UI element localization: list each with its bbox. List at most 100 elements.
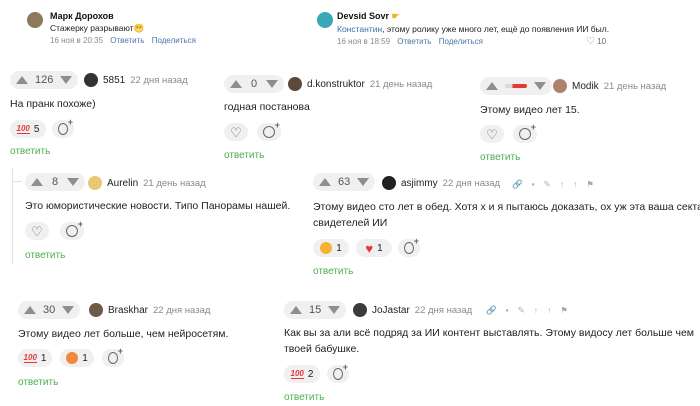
reaction-count: 2	[307, 368, 314, 380]
link-icon[interactable]: 🔗	[512, 179, 523, 190]
reaction-heart[interactable]: ♥ 1	[356, 239, 392, 257]
comment-text: Как вы за али всё подряд за ИИ контент в…	[284, 327, 695, 339]
link-icon[interactable]: 🔗	[486, 305, 497, 316]
add-reaction-button[interactable]	[327, 362, 349, 383]
vote-down-icon[interactable]	[534, 82, 546, 90]
flag-icon[interactable]: ⚑	[560, 305, 568, 316]
author-name: Devsid Sovr	[337, 11, 390, 21]
vote-down-icon[interactable]	[266, 80, 278, 88]
share-link[interactable]: Поделиться	[439, 37, 483, 46]
like-button[interactable]: ♡	[25, 222, 49, 240]
like-button[interactable]: ♡	[480, 125, 504, 143]
add-reaction-button[interactable]	[513, 122, 537, 143]
thread-line	[12, 168, 13, 264]
vote-up-icon[interactable]	[290, 306, 302, 314]
vote-down-icon[interactable]	[328, 306, 341, 314]
share-icon[interactable]: ↑	[573, 179, 577, 190]
save-icon[interactable]: ▪	[532, 179, 535, 190]
add-reaction-button[interactable]	[52, 117, 74, 138]
reaction-face[interactable]: 1	[313, 239, 349, 257]
username[interactable]: Aurelin	[107, 178, 138, 189]
comment-text-body: , этому ролику уже много лет, ещё до поя…	[382, 24, 610, 34]
avatar[interactable]	[88, 176, 102, 190]
comment-date: 22 дня назад	[153, 304, 211, 316]
edit-icon[interactable]: ✎	[544, 179, 551, 190]
vote-up-icon[interactable]	[31, 178, 43, 186]
reply-link[interactable]: Ответить	[397, 37, 431, 46]
comment-author[interactable]: Devsid Sovr ☛	[337, 11, 400, 22]
avatar[interactable]	[288, 77, 302, 91]
reaction-100[interactable]: 100 2	[284, 365, 320, 383]
100-emoji-icon: 100	[290, 368, 304, 379]
avatar[interactable]	[382, 176, 396, 190]
reply-button[interactable]: ответить	[25, 250, 65, 261]
reply-link[interactable]: Ответить	[110, 36, 144, 45]
save-icon[interactable]: ▪	[506, 305, 509, 316]
username[interactable]: 5851	[103, 75, 125, 86]
vote-widget: 8	[25, 173, 85, 191]
reply-button[interactable]: ответить	[313, 266, 353, 277]
vote-count: 15	[309, 304, 322, 316]
vote-widget: 0	[224, 75, 284, 93]
add-reaction-icon	[404, 236, 419, 254]
comment-user: Modik 21 день назад	[553, 79, 666, 93]
add-reaction-button[interactable]	[102, 346, 124, 367]
vote-down-icon[interactable]	[60, 76, 73, 84]
username[interactable]: JoJastar	[372, 305, 410, 316]
reply-button[interactable]: ответить	[10, 146, 50, 157]
share-icon[interactable]: ↑	[547, 305, 551, 316]
reply-button[interactable]: ответить	[224, 150, 264, 161]
avatar[interactable]	[89, 303, 103, 317]
reply-button[interactable]: ответить	[480, 152, 520, 163]
reply-button[interactable]: ответить	[284, 392, 324, 403]
share-link[interactable]: Поделиться	[152, 36, 196, 45]
like-button[interactable]: ♡ 10	[586, 36, 606, 47]
100-emoji-icon: 100	[23, 352, 37, 363]
heart-icon: ♡	[31, 223, 43, 239]
vote-count: 8	[51, 176, 59, 188]
username[interactable]: asjimmy	[401, 178, 438, 189]
comment-author[interactable]: Марк Дорохов	[50, 11, 114, 21]
reaction-100[interactable]: 100 5	[10, 120, 46, 138]
add-reaction-button[interactable]	[60, 219, 84, 240]
vote-down-icon[interactable]	[357, 178, 370, 186]
flag-icon[interactable]: ⚑	[586, 179, 594, 190]
vote-count: 0	[250, 78, 258, 90]
add-reaction-button[interactable]	[398, 236, 420, 257]
comment-text-body: Стажерку разрывают	[50, 23, 134, 33]
vote-up-icon[interactable]	[486, 82, 498, 90]
reaction-count: 1	[336, 242, 342, 254]
add-reaction-button[interactable]	[257, 120, 281, 141]
mention-link[interactable]: Константин	[337, 24, 382, 34]
vote-ratio-bar	[505, 84, 527, 88]
avatar[interactable]	[553, 79, 567, 93]
vote-up-icon[interactable]	[319, 178, 331, 186]
edit-icon[interactable]: ✎	[518, 305, 525, 316]
vote-count: 30	[43, 304, 56, 316]
reply-button[interactable]: ответить	[18, 377, 58, 388]
comment-text: Это юмористические новости. Типо Панорам…	[25, 200, 291, 212]
pin-icon[interactable]: ↑	[534, 305, 538, 316]
like-button[interactable]: ♡	[224, 123, 248, 141]
vote-up-icon[interactable]	[24, 306, 36, 314]
comment-meta: 16 ноя в 18:59 Ответить Поделиться	[337, 37, 483, 46]
avatar[interactable]	[84, 73, 98, 87]
comment-text: На пранк похоже)	[10, 98, 96, 110]
vote-up-icon[interactable]	[230, 80, 242, 88]
avatar[interactable]	[353, 303, 367, 317]
comment-date: 21 день назад	[143, 177, 206, 189]
add-reaction-icon	[263, 120, 280, 138]
thread-branch	[12, 181, 22, 182]
reaction-face[interactable]: 1	[60, 349, 94, 367]
username[interactable]: Braskhar	[108, 305, 148, 316]
username[interactable]: d.konstruktor	[307, 79, 365, 90]
vote-up-icon[interactable]	[16, 76, 28, 84]
username[interactable]: Modik	[572, 81, 599, 92]
comment-tools: 🔗 ▪ ✎ ↑ ↑ ⚑	[486, 305, 568, 316]
avatar[interactable]	[317, 12, 333, 28]
pin-icon[interactable]: ↑	[560, 179, 564, 190]
vote-down-icon[interactable]	[62, 306, 75, 314]
vote-down-icon[interactable]	[67, 178, 79, 186]
reaction-100[interactable]: 100 1	[18, 349, 52, 367]
avatar[interactable]	[27, 12, 43, 28]
